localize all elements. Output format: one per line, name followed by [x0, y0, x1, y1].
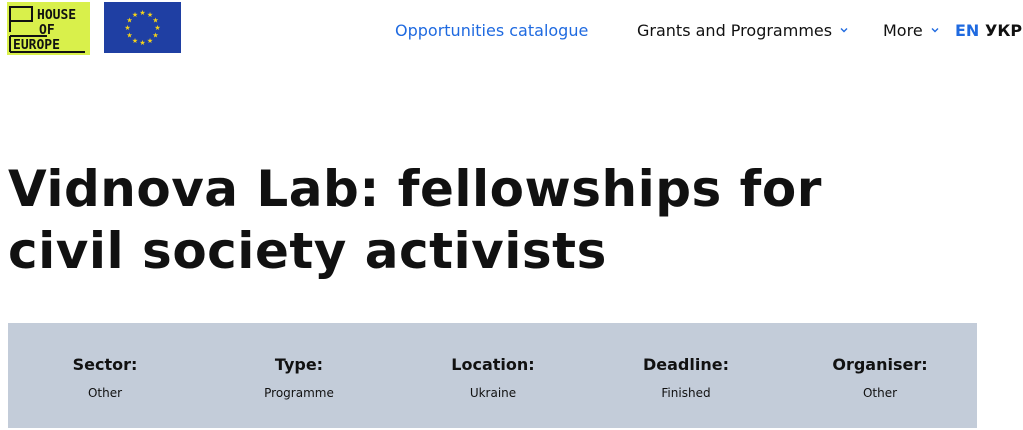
chevron-down-icon: [931, 28, 939, 33]
page-title: Vidnova Lab: fellowships for civil socie…: [8, 160, 822, 280]
nav-opportunities-catalogue-label: Opportunities catalogue: [395, 20, 589, 40]
info-location-value: Ukraine: [469, 386, 517, 400]
nav-more[interactable]: More: [883, 18, 941, 42]
nav-more-label: More: [883, 20, 923, 40]
language-ukr[interactable]: УКР: [985, 18, 1022, 42]
info-location-label: Location:: [451, 355, 535, 374]
eu-flag-logo: ★ ★ ★ ★ ★ ★ ★ ★ ★ ★ ★ ★: [104, 2, 181, 53]
eu-star-icon: ★: [147, 37, 153, 45]
language-en[interactable]: EN: [955, 18, 979, 42]
eu-star-icon: ★: [132, 11, 138, 19]
eu-star-icon: ★: [126, 32, 132, 40]
info-organiser-value: Other: [862, 386, 898, 400]
chevron-down-icon: [840, 28, 848, 33]
info-deadline-label: Deadline:: [643, 355, 729, 374]
opportunity-info-panel: Sector: Other Type: Programme Location: …: [8, 323, 977, 428]
nav-opportunities-catalogue[interactable]: Opportunities catalogue: [395, 18, 588, 42]
eu-star-icon: ★: [139, 39, 145, 47]
svg-text:OF: OF: [39, 23, 55, 38]
info-sector-label: Sector:: [72, 355, 138, 374]
info-type-label: Type:: [274, 355, 324, 374]
info-sector-value: Other: [87, 386, 123, 400]
eu-star-icon: ★: [132, 37, 138, 45]
nav-grants-and-programmes-label: Grants and Programmes: [637, 20, 833, 40]
eu-star-icon: ★: [124, 24, 130, 32]
house-of-europe-logo[interactable]: HOUSE OF EUROPE: [7, 2, 90, 55]
site-header: HOUSE OF EUROPE ★ ★ ★ ★ ★ ★ ★ ★ ★ ★ ★ ★ Opportuniti…: [0, 0, 1023, 60]
info-deadline-value: Finished: [661, 386, 711, 400]
nav-grants-and-programmes[interactable]: Grants and Programmes: [637, 18, 850, 42]
language-en-label: EN: [955, 20, 980, 40]
language-ukr-label: УКР: [985, 20, 1023, 40]
eu-flag-icon: ★ ★★★★★★★★★★★: [124, 9, 160, 47]
info-type-value: Programme: [264, 386, 334, 400]
svg-text:EUROPE: EUROPE: [13, 38, 60, 53]
svg-text:HOUSE: HOUSE: [37, 8, 76, 23]
eu-star-icon: ★: [152, 32, 158, 40]
info-organiser-label: Organiser:: [832, 355, 928, 374]
eu-star-icon: ★: [139, 9, 145, 17]
house-of-europe-logo-icon: HOUSE OF EUROPE: [9, 6, 85, 53]
